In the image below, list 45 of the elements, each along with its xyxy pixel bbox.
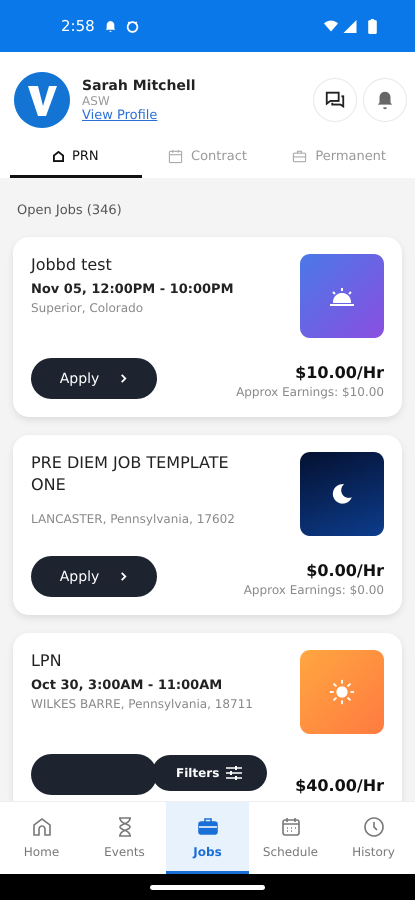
bell-icon — [104, 20, 117, 32]
job-time: Nov 05, 12:00PM - 10:00PM — [31, 282, 235, 297]
filters-button[interactable]: Filters — [152, 755, 268, 791]
battery-icon — [368, 18, 377, 34]
view-profile-link[interactable]: View Profile — [82, 108, 307, 122]
job-card[interactable]: Jobbd test Nov 05, 12:00PM - 10:00PM Superior, Colorado Apply $10.00/Hr Approx Earnings: $10.00 — [13, 237, 402, 417]
apply-button[interactable]: Apply — [31, 556, 157, 597]
signal-icon — [343, 20, 357, 32]
sliders-icon — [225, 765, 244, 781]
job-location: LANCASTER, Pennsylvania, 17602 — [31, 512, 236, 526]
clock-icon — [362, 814, 386, 838]
nav-item[interactable]: Jobs — [166, 802, 249, 874]
job-location: Superior, Colorado — [31, 301, 144, 315]
job-title: Jobbd test — [31, 254, 113, 276]
tab[interactable]: Permanent — [273, 137, 406, 178]
notifications-button[interactable] — [363, 78, 407, 122]
job-title: LPN — [31, 650, 63, 672]
chevron-right-icon — [119, 571, 128, 582]
pay-rate: $10.00/Hr — [294, 363, 384, 382]
job-title: PRE DIEM JOB TEMPLATE ONE — [31, 452, 230, 496]
tab[interactable]: PRN — [10, 137, 142, 178]
logo-icon — [14, 72, 70, 128]
home-icon — [53, 150, 64, 162]
status-time: 2:58 — [61, 17, 95, 35]
pay-rate: $40.00/Hr — [295, 776, 384, 795]
user-role: ASW — [82, 94, 111, 108]
calendar-icon — [168, 148, 184, 164]
sun-icon — [328, 678, 356, 706]
apply-button[interactable]: Apply — [31, 358, 157, 399]
chat-icon — [324, 89, 346, 111]
home-indicator[interactable] — [150, 884, 265, 890]
approx-earnings: Approx Earnings: $0.00 — [244, 583, 384, 597]
wifi-icon — [324, 20, 338, 32]
chevron-right-icon — [119, 373, 128, 384]
pay-rate: $0.00/Hr — [305, 561, 384, 580]
messages-button[interactable] — [313, 78, 357, 122]
tab[interactable]: Contract — [142, 137, 274, 178]
job-time: Oct 30, 3:00AM - 11:00AM — [31, 678, 224, 693]
approx-earnings: Approx Earnings: $10.00 — [236, 385, 384, 399]
apply-button[interactable] — [31, 754, 157, 795]
user-name: Sarah Mitchell — [82, 78, 197, 94]
section-title: Open Jobs (346) — [16, 202, 123, 220]
job-location: WILKES BARRE, Pennsylvania, 18711 — [31, 697, 254, 711]
job-card[interactable]: PRE DIEM JOB TEMPLATE ONE LANCASTER, Pennsylvania, 17602 Apply $0.00/Hr Approx Earnings: $0.00 — [13, 435, 402, 615]
briefcase-icon — [292, 148, 308, 164]
